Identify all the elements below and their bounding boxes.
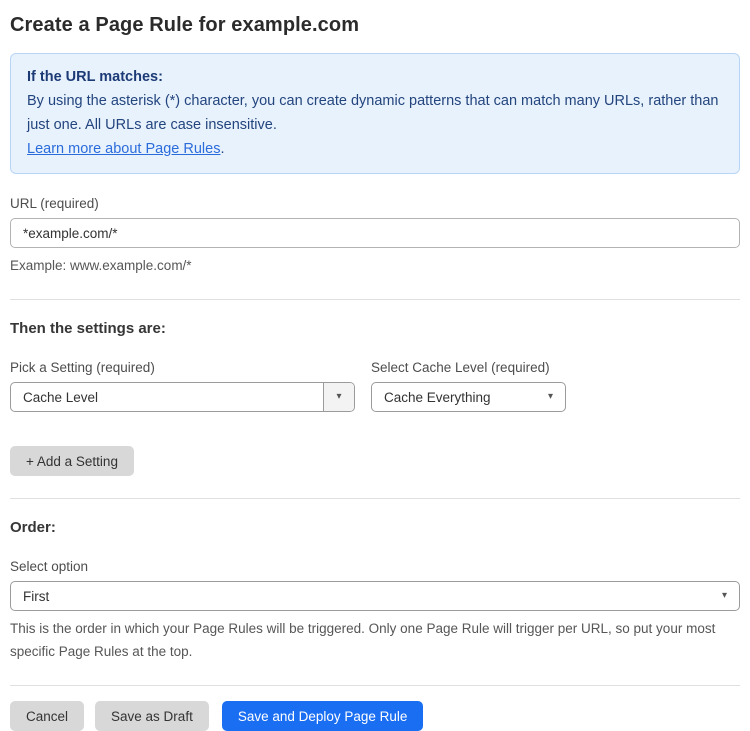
pick-setting-value: Cache Level <box>23 389 99 405</box>
url-label: URL (required) <box>10 196 99 211</box>
url-match-info-box: If the URL matches: By using the asteris… <box>10 53 740 174</box>
learn-more-link[interactable]: Learn more about Page Rules <box>27 141 220 157</box>
pick-setting-select[interactable]: Cache Level ▾ <box>10 382 355 412</box>
form-actions: Cancel Save as Draft Save and Deploy Pag… <box>10 701 740 731</box>
page-title: Create a Page Rule for example.com <box>10 14 360 36</box>
cache-level-select[interactable]: Cache Everything ▾ <box>371 382 566 412</box>
url-input[interactable] <box>10 218 740 248</box>
save-deploy-button[interactable]: Save and Deploy Page Rule <box>221 701 424 731</box>
order-section-heading: Order: <box>10 519 56 536</box>
order-select[interactable]: First ▾ <box>10 581 740 611</box>
divider <box>10 685 740 686</box>
cache-level-value: Cache Everything <box>384 389 491 405</box>
chevron-down-icon: ▾ <box>721 590 727 601</box>
pick-setting-label: Pick a Setting (required) <box>10 360 155 375</box>
divider <box>10 299 740 300</box>
create-page-rule-form: Create a Page Rule for example.com If th… <box>0 0 750 731</box>
select-arrow-box: ▾ <box>323 383 354 411</box>
save-draft-button[interactable]: Save as Draft <box>95 701 209 731</box>
order-section: Order: Select option First ▾ This is the… <box>10 519 740 663</box>
chevron-down-icon: ▾ <box>336 391 342 402</box>
settings-row: Pick a Setting (required) Cache Level ▾ … <box>10 360 740 412</box>
url-helper-text: Example: www.example.com/* <box>10 258 192 273</box>
cancel-button[interactable]: Cancel <box>10 701 85 731</box>
divider <box>10 498 740 499</box>
info-box-link-line: Learn more about Page Rules. <box>27 137 723 161</box>
add-setting-button[interactable]: + Add a Setting <box>10 446 134 476</box>
chevron-down-icon: ▾ <box>547 391 553 402</box>
pick-setting-group: Pick a Setting (required) Cache Level ▾ <box>10 360 355 412</box>
cache-level-group: Select Cache Level (required) Cache Ever… <box>371 360 566 412</box>
cache-level-label: Select Cache Level (required) <box>371 360 550 375</box>
order-select-value: First <box>23 588 50 604</box>
settings-section-heading: Then the settings are: <box>10 320 166 337</box>
info-box-heading: If the URL matches: <box>27 69 163 85</box>
order-select-label: Select option <box>10 559 89 574</box>
info-box-body: By using the asterisk (*) character, you… <box>27 93 719 133</box>
url-field-group: URL (required) Example: www.example.com/… <box>10 196 740 277</box>
link-suffix: . <box>220 141 225 157</box>
order-helper-text: This is the order in which your Page Rul… <box>10 621 716 659</box>
add-setting-wrap: + Add a Setting <box>10 446 740 476</box>
